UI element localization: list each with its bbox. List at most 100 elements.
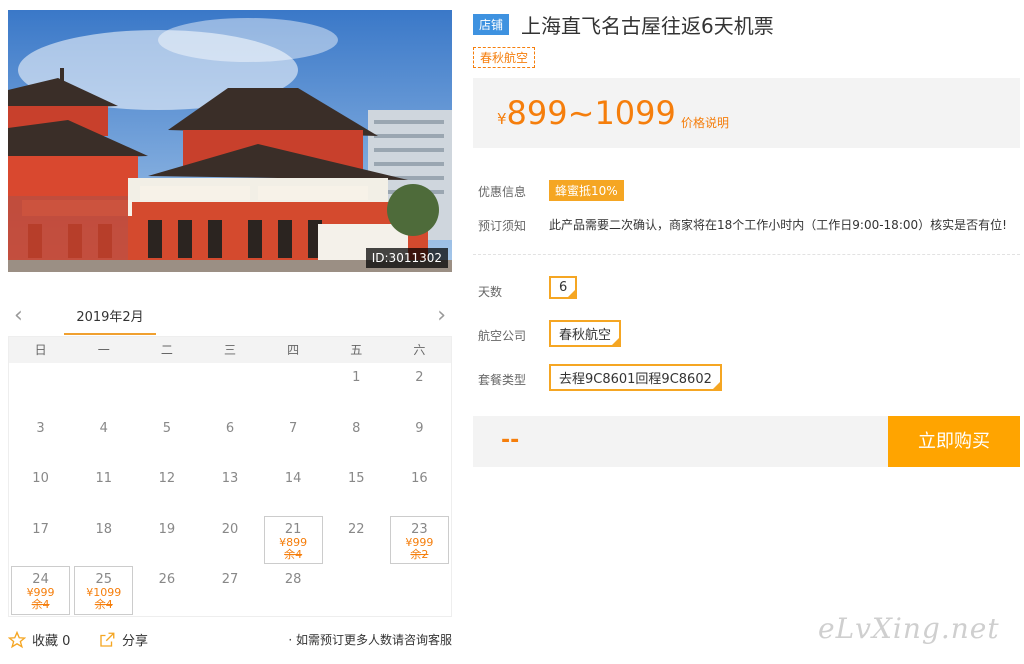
calendar-month-tab[interactable]: 2019年2月 [64, 306, 156, 335]
calendar-day-number: 4 [99, 420, 108, 436]
calendar-day-available[interactable]: 25 ¥1099 余4 [72, 565, 135, 616]
buy-now-button[interactable]: 立即购买 [888, 416, 1020, 467]
calendar-day: 17 [9, 515, 72, 566]
calendar-day-available[interactable]: 24 ¥999 余4 [9, 565, 72, 616]
calendar-day-remaining: 余2 [410, 547, 429, 561]
calendar-day-number: 17 [32, 521, 49, 537]
calendar-day-price: ¥899 [279, 535, 308, 549]
calendar-day: 18 [72, 515, 135, 566]
calendar-day-number: 13 [221, 471, 239, 487]
weekday-label: 一 [97, 343, 110, 357]
calendar-day-number: 20 [221, 521, 239, 537]
calendar-day-number: 26 [158, 572, 176, 588]
calendar-grid: 1 2 3 4 5 6 7 8 9 10 11 12 13 14 15 16 17 18 19 20 21 ¥899 余4 2… [9, 363, 451, 616]
calendar-day-remaining: 余4 [94, 598, 113, 612]
calendar-day: 16 [388, 464, 451, 515]
image-id-label: ID:3011302 [365, 248, 448, 268]
price-value: 899~1099 [506, 94, 676, 132]
calendar-day-price: ¥999 [405, 535, 434, 549]
weekday-label: 四 [287, 343, 300, 357]
calendar-day [262, 363, 325, 414]
action-bar: 收藏 0 分享 · 如需预订更多人数请咨询客服 [8, 628, 456, 652]
product-photo: ID:3011302 [8, 10, 452, 272]
share-button[interactable]: 分享 [98, 630, 148, 649]
price-explanation-link[interactable]: 价格说明 [681, 114, 729, 131]
calendar-day-number: 10 [32, 471, 49, 487]
calendar-day: 13 [198, 464, 261, 515]
calendar-day: 26 [135, 565, 198, 616]
product-title: 上海直飞名古屋往返6天机票 [521, 14, 774, 38]
calendar-weekday-header: 日 一 二 三 四 五 六 [9, 337, 451, 363]
calendar-day: 28 [262, 565, 325, 616]
weekday-label: 二 [160, 343, 173, 357]
calendar-day-number: 27 [221, 572, 239, 588]
calendar-day-number: 28 [284, 572, 302, 588]
calendar-day [325, 565, 388, 616]
calendar-day-number: 5 [162, 420, 171, 436]
calendar-day-number: 22 [348, 521, 365, 537]
calendar-day-remaining: 余4 [284, 547, 303, 561]
calendar-day-number: 25 [95, 572, 112, 588]
store-badge[interactable]: 店铺 [473, 14, 510, 35]
airline-label: 航空公司 [478, 329, 527, 343]
calendar-day: 7 [262, 414, 325, 465]
calendar-day [9, 363, 72, 414]
weekday-label: 日 [34, 343, 47, 357]
calendar-day-number: 2 [415, 370, 424, 385]
booking-notice-label: 预订须知 [478, 219, 527, 233]
calendar-day: 19 [135, 515, 198, 566]
calendar-day: 20 [198, 515, 261, 566]
calendar-day-available[interactable]: 23 ¥999 余2 [388, 515, 451, 566]
calendar-day: 9 [388, 414, 451, 465]
calendar-day-number: 23 [411, 521, 428, 537]
calendar-day-number: 18 [95, 521, 112, 537]
temple-illustration [8, 10, 452, 272]
calendar-day: 2 [388, 363, 451, 414]
package-label: 套餐类型 [478, 373, 527, 387]
calendar-day-number: 11 [95, 471, 112, 487]
price-range: ¥899~1099 [497, 94, 676, 132]
days-option[interactable]: 6 [549, 276, 578, 299]
favorite-button[interactable]: 收藏 0 [8, 630, 70, 649]
calendar-day-number: 8 [352, 420, 361, 436]
total-price: -- [501, 428, 520, 453]
calendar-day: 11 [72, 464, 135, 515]
calendar-day [135, 363, 198, 414]
calendar-day-available[interactable]: 21 ¥899 余4 [262, 515, 325, 566]
calendar-day-number: 3 [36, 420, 45, 436]
calendar-day-number: 21 [284, 521, 302, 537]
calendar-day: 4 [72, 414, 135, 465]
calendar-day [198, 363, 261, 414]
calendar-nav: ‹ 2019年2月 › [8, 300, 452, 336]
days-label: 天数 [478, 285, 503, 299]
calendar-day-number: 6 [225, 420, 235, 436]
currency-symbol: ¥ [497, 110, 507, 128]
calendar-day: 15 [325, 464, 388, 515]
calendar-day: 1 [325, 363, 388, 414]
package-option[interactable]: 去程9C8601回程9C8602 [549, 364, 722, 391]
calendar-day [72, 363, 135, 414]
star-icon [8, 630, 26, 648]
share-label: 分享 [122, 634, 149, 649]
calendar-day: 5 [135, 414, 198, 465]
calendar-day: 6 [198, 414, 261, 465]
discount-label: 优惠信息 [478, 185, 527, 199]
calendar-day: 10 [9, 464, 72, 515]
weekday-label: 三 [223, 343, 236, 357]
airline-tag: 春秋航空 [473, 47, 536, 68]
section-divider [473, 254, 1020, 255]
calendar-day-number: 15 [348, 471, 365, 487]
share-icon [100, 632, 115, 647]
calendar-day-number: 24 [32, 572, 49, 588]
weekday-label: 六 [413, 343, 426, 357]
calendar-day-number: 1 [352, 370, 361, 385]
price-box: ¥899~1099 价格说明 [473, 78, 1020, 148]
calendar-day-number: 9 [415, 420, 424, 436]
prev-month-arrow-icon[interactable]: ‹ [14, 304, 23, 328]
calendar-day-number: 16 [411, 471, 428, 487]
airline-option[interactable]: 春秋航空 [549, 320, 622, 347]
calendar-day: 3 [9, 414, 72, 465]
calendar-day-number: 19 [158, 521, 176, 537]
next-month-arrow-icon[interactable]: › [437, 304, 446, 328]
calendar-day: 8 [325, 414, 388, 465]
